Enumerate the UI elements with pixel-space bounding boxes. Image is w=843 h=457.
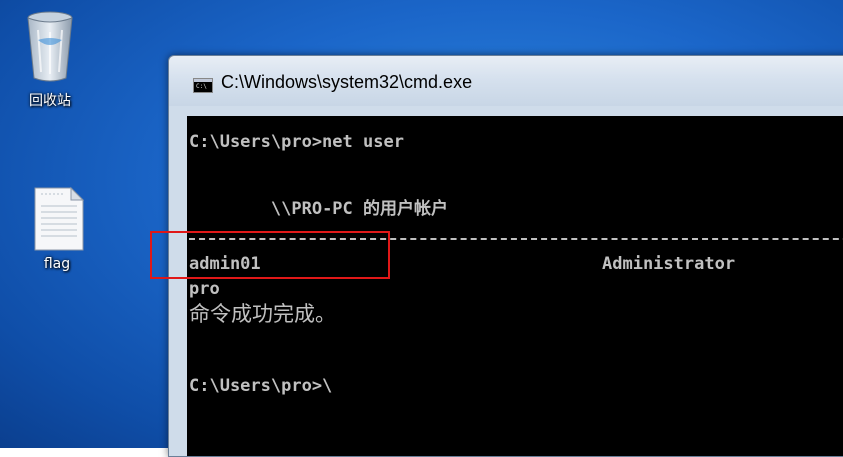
console-line-command: C:\Users\pro>net user — [189, 132, 404, 152]
text-file-icon — [34, 186, 85, 251]
console-output[interactable]: C:\Users\pro>net user \\PRO-PC 的用户帐户 adm… — [187, 116, 843, 456]
annotation-highlight-box — [150, 231, 390, 279]
desktop-icon-flag[interactable]: flag — [17, 186, 97, 272]
console-line-success: 命令成功完成。 — [189, 302, 336, 326]
desktop-icon-label: 回收站 — [29, 93, 71, 109]
console-line-header: \\PRO-PC 的用户帐户 — [189, 174, 448, 239]
desktop-icon-recycle-bin[interactable]: 回收站 — [10, 6, 90, 110]
cmd-icon: C:\ — [193, 78, 213, 93]
recycle-bin-icon — [27, 11, 73, 82]
window-titlebar[interactable]: C:\ C:\Windows\system32\cmd.exe — [169, 56, 843, 106]
desktop-icon-label: flag — [43, 256, 71, 272]
console-line-prompt: C:\Users\pro>\ — [189, 376, 333, 396]
console-line-pro: pro — [189, 279, 220, 299]
desktop: 回收站 flag C:\ C:\Windows\system32\cmd.exe… — [0, 0, 843, 457]
console-line-administrator: Administrator — [602, 254, 736, 274]
accounts-header: \\PRO-PC 的用户帐户 — [270, 199, 449, 219]
window-title: C:\Windows\system32\cmd.exe — [221, 72, 473, 92]
